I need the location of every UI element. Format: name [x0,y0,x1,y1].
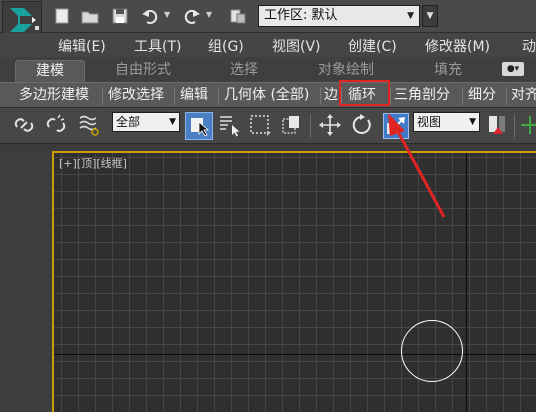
panel-geometry-all[interactable]: 几何体 (全部) [222,85,311,106]
main-toolbar: 全部 ▼ 视图 ▼ [0,108,536,144]
chevron-down-icon: ▼ [469,117,476,127]
pivot-center-icon[interactable] [485,113,509,137]
tab-populate[interactable]: 填充 [418,60,478,82]
panel-modify-selection[interactable]: 修改选择 [106,85,166,106]
selection-filter-dropdown[interactable]: 全部 ▼ [112,112,180,132]
selection-filter-label: 全部 [116,115,141,129]
chevron-down-icon: ▼ [169,117,176,127]
tab-freeform[interactable]: 自由形式 [103,60,183,82]
title-bar: ▼ ▼ 工作区: 默认 ▼ ▼ [0,0,536,37]
separator [174,87,175,105]
top-viewport[interactable]: [+][顶][线框] [52,151,536,412]
panel-tris[interactable]: 三角剖分 [392,85,452,106]
select-and-scale-icon [387,117,405,134]
menu-create[interactable]: 创建(C) [348,36,397,56]
separator [514,114,515,138]
menu-bar: 编辑(E) 工具(T) 组(G) 视图(V) 创建(C) 修改器(M) 动 [0,33,536,57]
menu-edit[interactable]: 编辑(E) [58,36,106,56]
select-object-button[interactable] [185,112,213,140]
separator [506,87,507,105]
left-panel-edge [0,151,52,412]
separator [462,87,463,105]
ribbon-tab-bar: 建模 自由形式 选择 对象绘制 填充 [0,57,536,82]
panel-edges[interactable]: 边 [322,85,340,106]
menu-modifiers[interactable]: 修改器(M) [425,36,490,56]
panel-subdivision[interactable]: 细分 [466,85,498,106]
workspace-label: 工作区: 默认 [264,8,338,23]
reference-coordinate-dropdown[interactable]: 视图 ▼ [413,112,480,132]
select-and-rotate-icon[interactable] [350,113,374,137]
select-and-scale-button[interactable] [383,113,409,139]
quick-access-customize-button[interactable]: ▼ [422,5,438,27]
select-object-icon [191,118,210,137]
viewport-label[interactable]: [+][顶][线框] [59,155,127,171]
project-folder-icon[interactable] [228,6,248,26]
panel-edit[interactable]: 编辑 [178,85,210,106]
tab-selection[interactable]: 选择 [214,60,274,82]
undo-dropdown-icon[interactable]: ▼ [164,10,170,19]
separator [218,87,219,105]
panel-align[interactable]: 对齐 [509,85,536,106]
new-file-icon[interactable] [52,6,72,26]
bind-to-space-warp-icon[interactable] [77,113,101,137]
grid-axis-x [54,354,536,355]
tab-object-paint[interactable]: 对象绘制 [306,60,386,82]
grid-axis-y [466,153,467,412]
select-manipulate-icon[interactable] [518,113,536,137]
separator [102,87,103,105]
menu-views[interactable]: 视图(V) [272,36,321,56]
separator [390,87,391,105]
select-by-name-icon[interactable] [218,113,242,137]
undo-icon[interactable] [140,6,160,26]
chevron-down-icon: ▼ [407,11,414,21]
menu-animation[interactable]: 动 [522,36,536,56]
ribbon-options-button[interactable]: ●▾ [502,62,524,76]
app-logo-button[interactable] [2,1,42,37]
separator [320,87,321,105]
rectangular-selection-icon[interactable] [248,113,272,137]
panel-polygon-modeling[interactable]: 多边形建模 [17,85,91,106]
separator [310,114,311,138]
reference-coordinate-label: 视图 [417,115,442,129]
redo-icon[interactable] [182,6,202,26]
tab-modeling[interactable]: 建模 [15,60,85,82]
open-folder-icon[interactable] [80,6,100,26]
window-crossing-icon[interactable] [280,113,304,137]
ribbon-panel-bar: 多边形建模 修改选择 编辑 几何体 (全部) 边 循环 三角剖分 细分 对齐 [0,82,536,108]
menu-group[interactable]: 组(G) [208,36,244,56]
unlink-selection-icon[interactable] [44,113,68,137]
select-and-link-icon[interactable] [12,113,36,137]
select-and-move-icon[interactable] [318,113,342,137]
workspace-dropdown[interactable]: 工作区: 默认 ▼ [258,5,420,27]
circle-object[interactable] [401,320,463,382]
save-icon[interactable] [110,6,130,26]
annotation-highlight-box [339,80,390,106]
redo-dropdown-icon[interactable]: ▼ [206,10,212,19]
menu-tools[interactable]: 工具(T) [134,36,181,56]
